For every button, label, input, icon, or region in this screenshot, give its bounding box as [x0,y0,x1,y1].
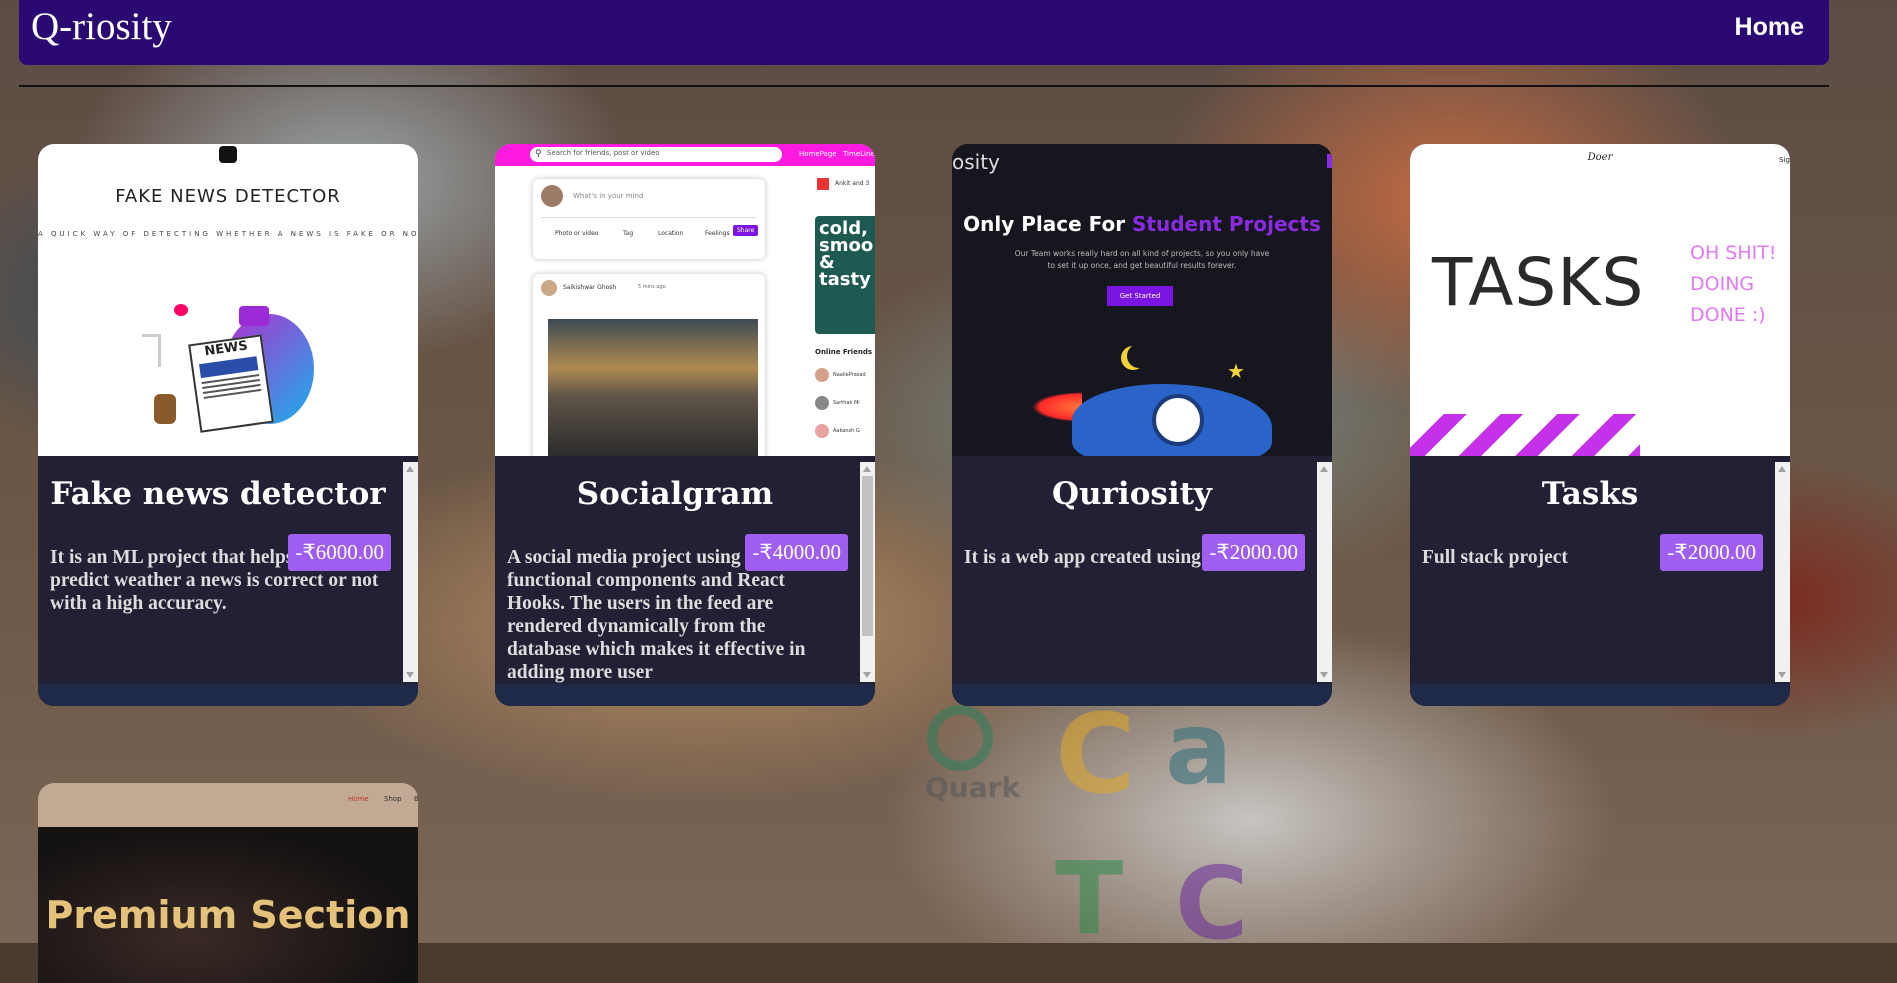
navbar: Q-riosity Home [19,0,1829,65]
card-thumbnail: ⚲ Search for friends, post or video Home… [495,144,875,456]
thumb-corner: Sig [1779,156,1790,164]
premium-heading: Premium Section [45,893,411,937]
premium-topbar: Home Shop B [38,783,418,827]
post: Saikishwar Ghosh 5 mins ago [533,274,765,456]
thumb-heading: FAKE NEWS DETECTOR [115,186,341,207]
card-thumbnail: osity Only Place For Student Projects Ou… [952,144,1332,456]
scroll-down-icon[interactable] [406,672,414,678]
bg-logo-c-purple: C [1175,845,1249,962]
scroll-down-icon[interactable] [1320,672,1328,678]
card-scrollbar[interactable] [860,462,875,682]
card-thumbnail: FAKE NEWS DETECTOR A QUICK WAY OF DETECT… [38,144,418,456]
scroll-thumb[interactable] [862,476,873,636]
bg-logo-t: T [1055,840,1124,957]
bg-logo-a: a [1165,690,1233,807]
premium-section-card[interactable]: Home Shop B Premium Section [38,783,418,983]
scroll-up-icon[interactable] [1778,466,1786,472]
card-title: Socialgram [576,476,774,512]
avatar [541,185,563,207]
card-footer [952,684,1332,706]
rocket-illustration: ★ [1032,344,1272,456]
scroll-down-icon[interactable] [863,672,871,678]
card-body: Quriosity It is a web app created using … [952,456,1332,706]
card-footer [495,684,875,706]
thumb-topbar: ⚲ Search for friends, post or video Home… [495,144,875,166]
news-illustration: NEWS [134,304,334,454]
price-badge[interactable]: -₹2000.00 [1660,534,1763,571]
card-body: Tasks Full stack project -₹2000.00 [1410,456,1790,706]
card-footer [1410,684,1790,706]
bg-logo-quark: Quark [925,705,1020,804]
brand-logo[interactable]: Q-riosity [31,4,172,49]
search-icon: ⚲ [535,149,542,159]
thumb-tagline: Our Team works really hard on all kind o… [1014,249,1270,270]
thumb-heading: TASKS [1432,244,1645,321]
card-footer [38,684,418,706]
project-card-quriosity[interactable]: osity Only Place For Student Projects Ou… [952,144,1332,706]
thumb-logo: Doer [1587,152,1613,163]
bg-logo-c-yellow: C [1055,690,1136,818]
price-badge[interactable]: -₹6000.00 [288,534,391,571]
card-body: Fake news detector It is an ML project t… [38,456,418,706]
sidebar-right: Ankit and 3 cold, smoo & tasty Online Fr… [811,174,875,456]
card-body: Socialgram A social media project using … [495,456,875,706]
scroll-down-icon[interactable] [1778,672,1786,678]
robot-icon [219,146,237,163]
share-box: What's in your mind Photo or video Tag L… [533,179,765,259]
card-title: Quriosity [1052,476,1212,512]
project-card-fake-news[interactable]: FAKE NEWS DETECTOR A QUICK WAY OF DETECT… [38,144,418,706]
card-scrollbar[interactable] [1775,462,1790,682]
card-title: Fake news detector [50,476,386,512]
scroll-up-icon[interactable] [406,466,414,472]
thumb-cta-button: Get Started [1107,286,1173,306]
card-scrollbar[interactable] [403,462,418,682]
nav-home-link[interactable]: Home [1735,13,1804,42]
thumb-subheading: A QUICK WAY OF DETECTING WHETHER A NEWS … [38,230,418,238]
price-badge[interactable]: -₹2000.00 [1202,534,1305,571]
thumb-stripes [1410,414,1640,456]
project-card-tasks[interactable]: Doer Sig TASKS OH SHIT! DOING DONE :) Ta… [1410,144,1790,706]
card-thumbnail: Doer Sig TASKS OH SHIT! DOING DONE :) [1410,144,1790,456]
price-badge[interactable]: -₹4000.00 [745,534,848,571]
thumb-heading: Only Place For Student Projects [963,212,1321,236]
card-scrollbar[interactable] [1317,462,1332,682]
thumb-side-text: OH SHIT! DOING DONE :) [1690,242,1777,326]
thumb-logo: osity [952,150,1000,174]
project-card-socialgram[interactable]: ⚲ Search for friends, post or video Home… [495,144,875,706]
scroll-up-icon[interactable] [1320,466,1328,472]
scroll-up-icon[interactable] [863,466,871,472]
header-divider [19,85,1829,87]
thumb-accent-bar [1327,154,1332,168]
card-title: Tasks [1541,476,1639,512]
